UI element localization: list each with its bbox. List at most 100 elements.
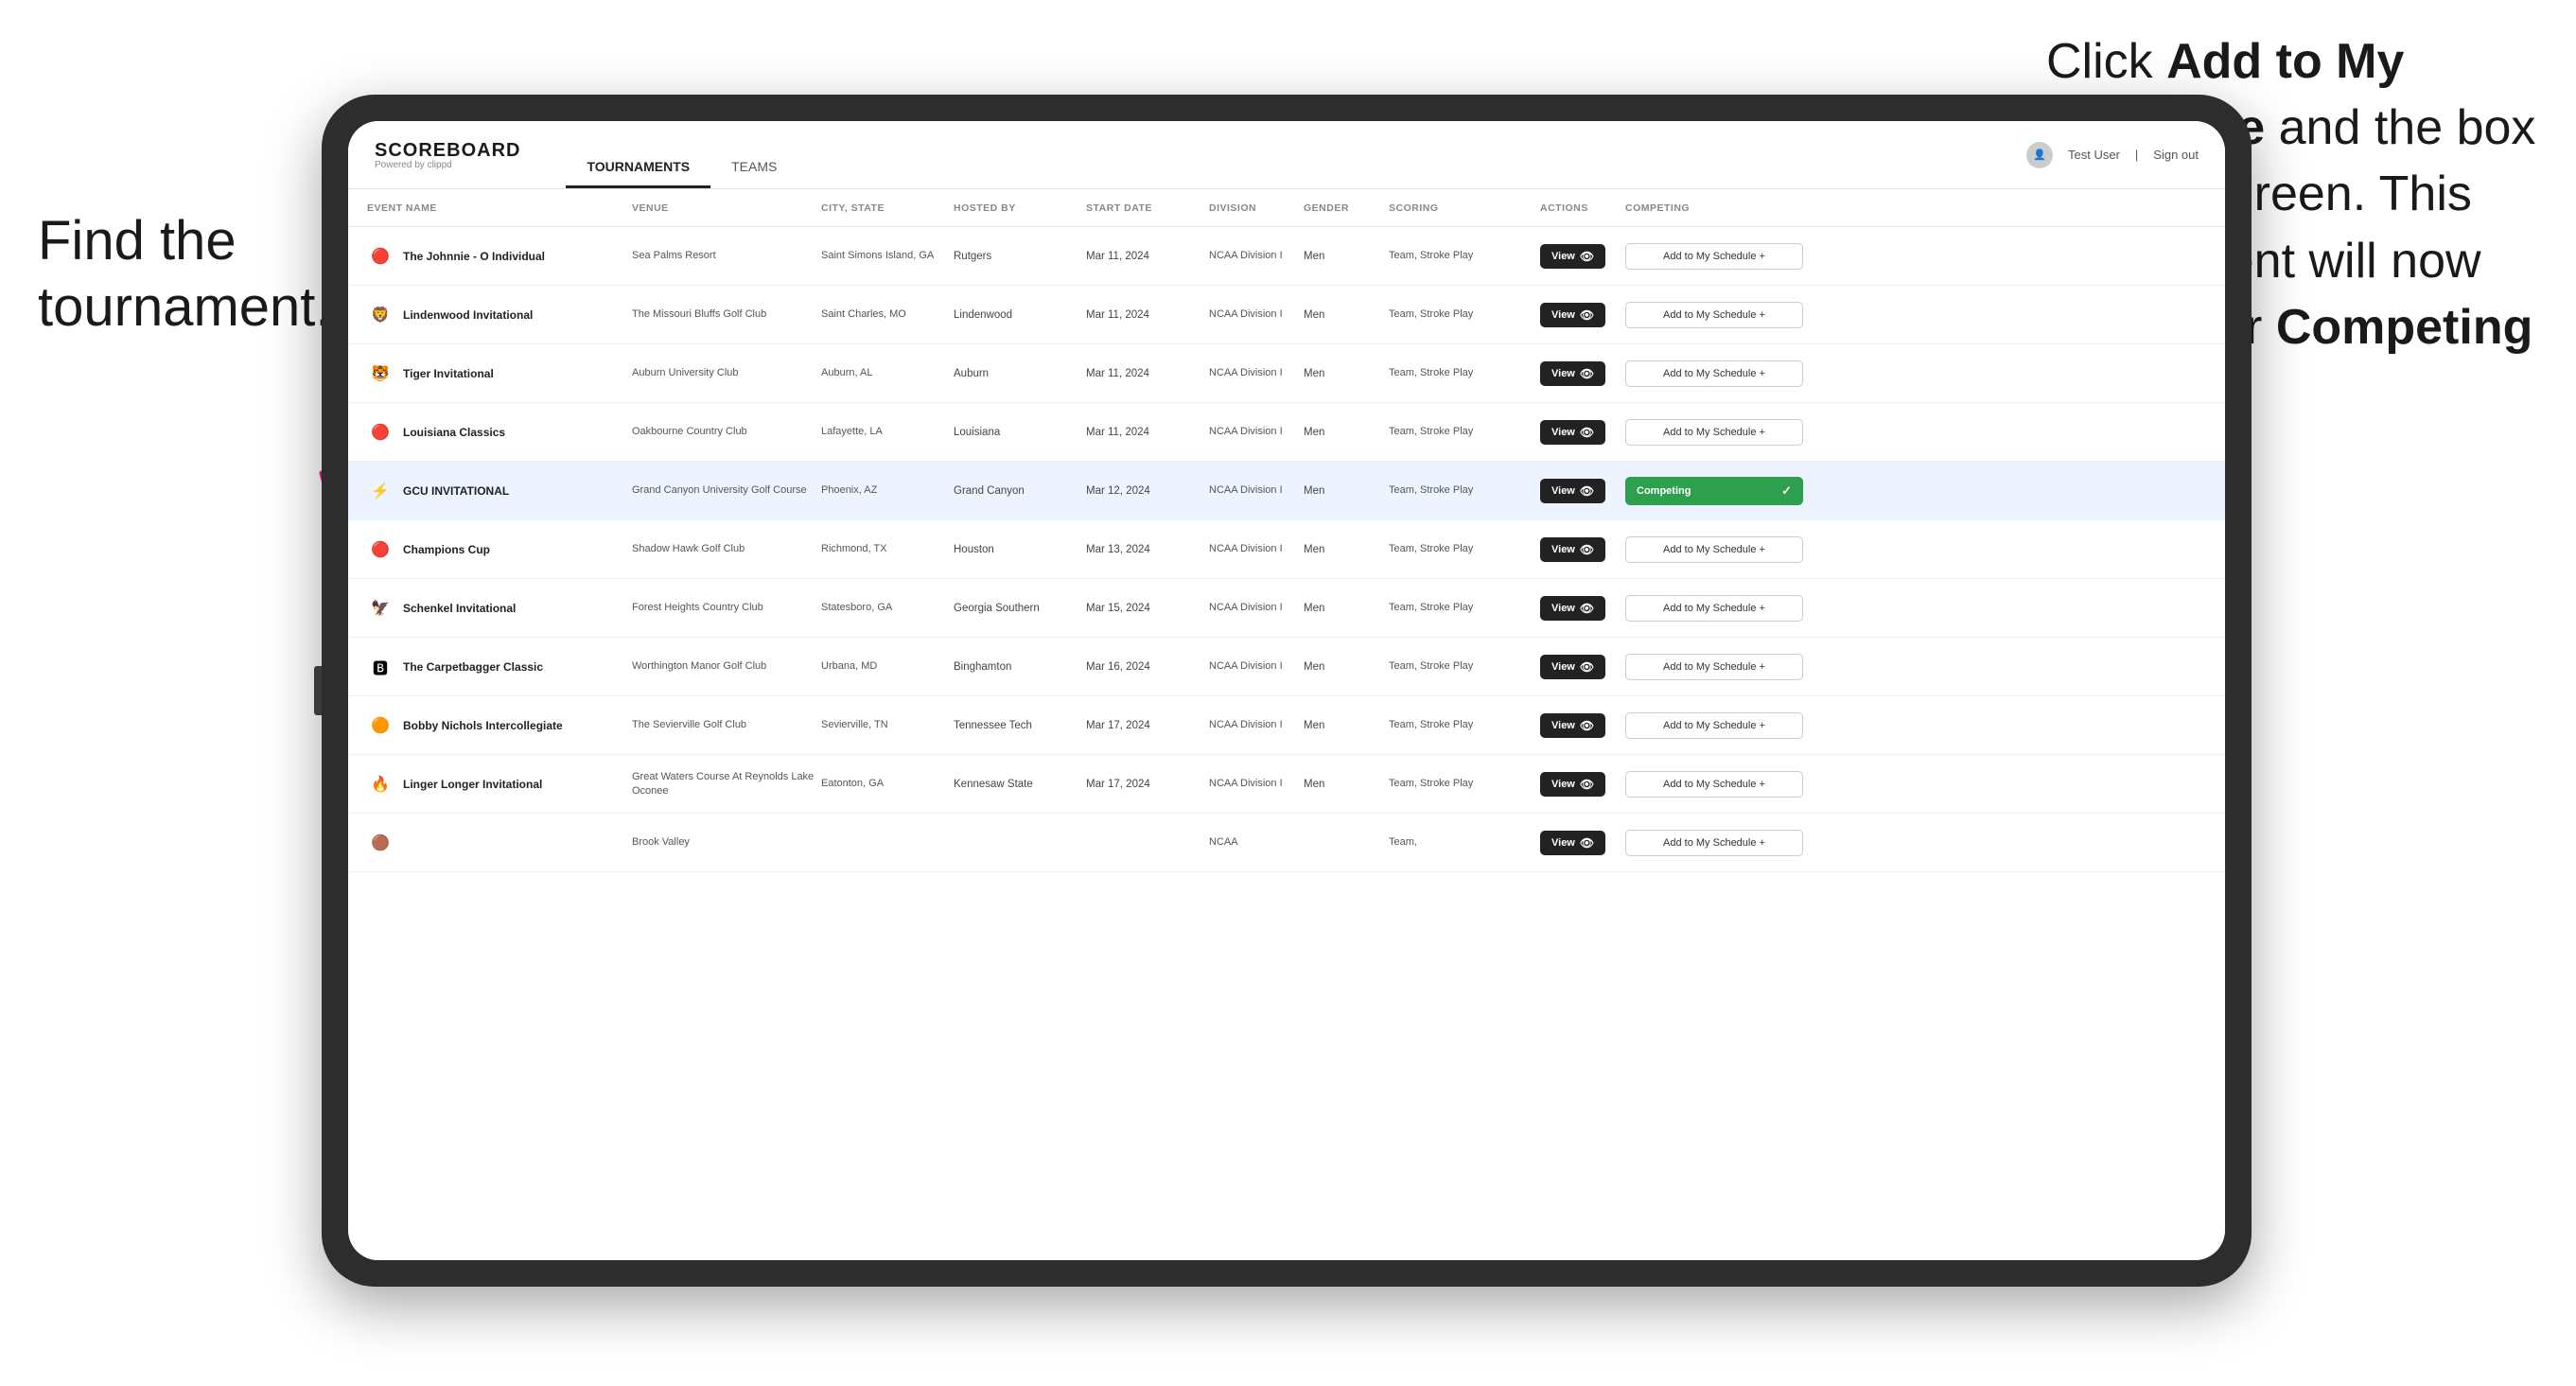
venue-cell: Oakbourne Country Club xyxy=(632,425,821,438)
tab-teams[interactable]: TEAMS xyxy=(710,147,797,188)
add-schedule-button[interactable]: Add to My Schedule + xyxy=(1625,302,1803,328)
table-row: 🔥 Linger Longer Invitational Great Water… xyxy=(348,755,2225,814)
view-button[interactable]: View 👁 xyxy=(1540,537,1605,562)
view-label: View xyxy=(1551,251,1575,262)
venue-cell: Sea Palms Resort xyxy=(632,249,821,262)
gender-cell: Men xyxy=(1304,485,1389,497)
scoring-cell: Team, Stroke Play xyxy=(1389,718,1540,731)
event-name-cell: 🟤 xyxy=(367,830,632,856)
table-row: 🐯 Tiger Invitational Auburn University C… xyxy=(348,344,2225,403)
add-schedule-button[interactable]: Add to My Schedule + xyxy=(1625,595,1803,622)
add-schedule-button[interactable]: Add to My Schedule + xyxy=(1625,654,1803,680)
venue-cell: Shadow Hawk Golf Club xyxy=(632,542,821,555)
team-logo: ⚡ xyxy=(367,478,394,504)
city-cell: Sevierville, TN xyxy=(821,718,954,731)
tablet-side-button xyxy=(314,666,322,715)
add-schedule-button[interactable]: Add to My Schedule + xyxy=(1625,830,1803,856)
view-button[interactable]: View 👁 xyxy=(1540,244,1605,269)
scoring-cell: Team, Stroke Play xyxy=(1389,425,1540,438)
gender-cell: Men xyxy=(1304,309,1389,321)
view-label: View xyxy=(1551,603,1575,614)
scoring-cell: Team, Stroke Play xyxy=(1389,249,1540,262)
view-button[interactable]: View 👁 xyxy=(1540,596,1605,621)
logo-area: SCOREBOARD Powered by clippd xyxy=(375,140,520,170)
col-header-date: START DATE xyxy=(1086,202,1209,214)
eye-icon: 👁 xyxy=(1580,484,1594,498)
add-schedule-button[interactable]: Add to My Schedule + xyxy=(1625,360,1803,387)
competing-label: Competing xyxy=(1637,485,1691,497)
scoring-cell: Team, Stroke Play xyxy=(1389,307,1540,321)
view-label: View xyxy=(1551,544,1575,555)
event-name-cell: 🟠 Bobby Nichols Intercollegiate xyxy=(367,712,632,739)
date-cell: Mar 11, 2024 xyxy=(1086,251,1209,262)
event-name-cell: 🦅 Schenkel Invitational xyxy=(367,595,632,622)
view-button[interactable]: View 👁 xyxy=(1540,713,1605,738)
table-row: 🔴 Champions Cup Shadow Hawk Golf Club Ri… xyxy=(348,520,2225,579)
competing-button[interactable]: Competing ✓ xyxy=(1625,477,1803,505)
gender-cell: Men xyxy=(1304,661,1389,673)
action-cell: View 👁 xyxy=(1540,713,1625,738)
table-container[interactable]: EVENT NAME VENUE CITY, STATE HOSTED BY S… xyxy=(348,189,2225,1260)
view-label: View xyxy=(1551,309,1575,321)
col-header-host: HOSTED BY xyxy=(954,202,1086,214)
action-cell: View 👁 xyxy=(1540,361,1625,386)
gender-cell: Men xyxy=(1304,603,1389,614)
competing-cell: Add to My Schedule + xyxy=(1625,360,1814,387)
division-cell: NCAA Division I xyxy=(1209,601,1304,614)
eye-icon: 👁 xyxy=(1580,543,1594,556)
city-cell: Saint Simons Island, GA xyxy=(821,249,954,262)
city-cell: Richmond, TX xyxy=(821,542,954,555)
annotation-right-bold2: Competing xyxy=(2276,300,2533,355)
host-cell: Kennesaw State xyxy=(954,779,1086,790)
table-row: ⚡ GCU INVITATIONAL Grand Canyon Universi… xyxy=(348,462,2225,520)
add-schedule-button[interactable]: Add to My Schedule + xyxy=(1625,771,1803,798)
date-cell: Mar 11, 2024 xyxy=(1086,309,1209,321)
event-name-cell: 🅱 The Carpetbagger Classic xyxy=(367,654,632,680)
col-header-gender: GENDER xyxy=(1304,202,1389,214)
add-schedule-button[interactable]: Add to My Schedule + xyxy=(1625,419,1803,446)
col-header-venue: VENUE xyxy=(632,202,821,214)
add-schedule-button[interactable]: Add to My Schedule + xyxy=(1625,536,1803,563)
venue-cell: Auburn University Club xyxy=(632,366,821,379)
view-label: View xyxy=(1551,427,1575,438)
col-header-city: CITY, STATE xyxy=(821,202,954,214)
logo-text: SCOREBOARD xyxy=(375,140,520,162)
team-logo: 🅱 xyxy=(367,654,394,680)
eye-icon: 👁 xyxy=(1580,719,1594,732)
user-avatar: 👤 xyxy=(2026,142,2053,168)
city-cell: Eatonton, GA xyxy=(821,777,954,790)
tab-tournaments[interactable]: TOURNAMENTS xyxy=(566,147,710,188)
event-name-text: Schenkel Invitational xyxy=(403,602,516,615)
table-header: EVENT NAME VENUE CITY, STATE HOSTED BY S… xyxy=(348,189,2225,227)
view-button[interactable]: View 👁 xyxy=(1540,831,1605,855)
competing-cell: Add to My Schedule + xyxy=(1625,654,1814,680)
view-button[interactable]: View 👁 xyxy=(1540,655,1605,679)
view-button[interactable]: View 👁 xyxy=(1540,772,1605,797)
date-cell: Mar 15, 2024 xyxy=(1086,603,1209,614)
view-button[interactable]: View 👁 xyxy=(1540,479,1605,503)
table-row: 🟠 Bobby Nichols Intercollegiate The Sevi… xyxy=(348,696,2225,755)
add-schedule-button[interactable]: Add to My Schedule + xyxy=(1625,712,1803,739)
competing-cell: Add to My Schedule + xyxy=(1625,712,1814,739)
view-button[interactable]: View 👁 xyxy=(1540,420,1605,445)
annotation-right-intro: Click xyxy=(2046,34,2166,89)
date-cell: Mar 11, 2024 xyxy=(1086,427,1209,438)
add-schedule-button[interactable]: Add to My Schedule + xyxy=(1625,243,1803,270)
competing-cell: Add to My Schedule + xyxy=(1625,302,1814,328)
scoring-cell: Team, Stroke Play xyxy=(1389,659,1540,673)
nav-bar: SCOREBOARD Powered by clippd TOURNAMENTS… xyxy=(348,121,2225,189)
table-row: 🔴 Louisiana Classics Oakbourne Country C… xyxy=(348,403,2225,462)
date-cell: Mar 17, 2024 xyxy=(1086,779,1209,790)
division-cell: NCAA Division I xyxy=(1209,718,1304,731)
team-logo: 🐯 xyxy=(367,360,394,387)
date-cell: Mar 11, 2024 xyxy=(1086,368,1209,379)
sign-out-link[interactable]: Sign out xyxy=(2153,148,2199,162)
event-name-text: GCU INVITATIONAL xyxy=(403,484,509,498)
host-cell: Binghamton xyxy=(954,661,1086,673)
action-cell: View 👁 xyxy=(1540,244,1625,269)
eye-icon: 👁 xyxy=(1580,660,1594,674)
view-button[interactable]: View 👁 xyxy=(1540,303,1605,327)
venue-cell: Worthington Manor Golf Club xyxy=(632,659,821,673)
view-button[interactable]: View 👁 xyxy=(1540,361,1605,386)
action-cell: View 👁 xyxy=(1540,479,1625,503)
